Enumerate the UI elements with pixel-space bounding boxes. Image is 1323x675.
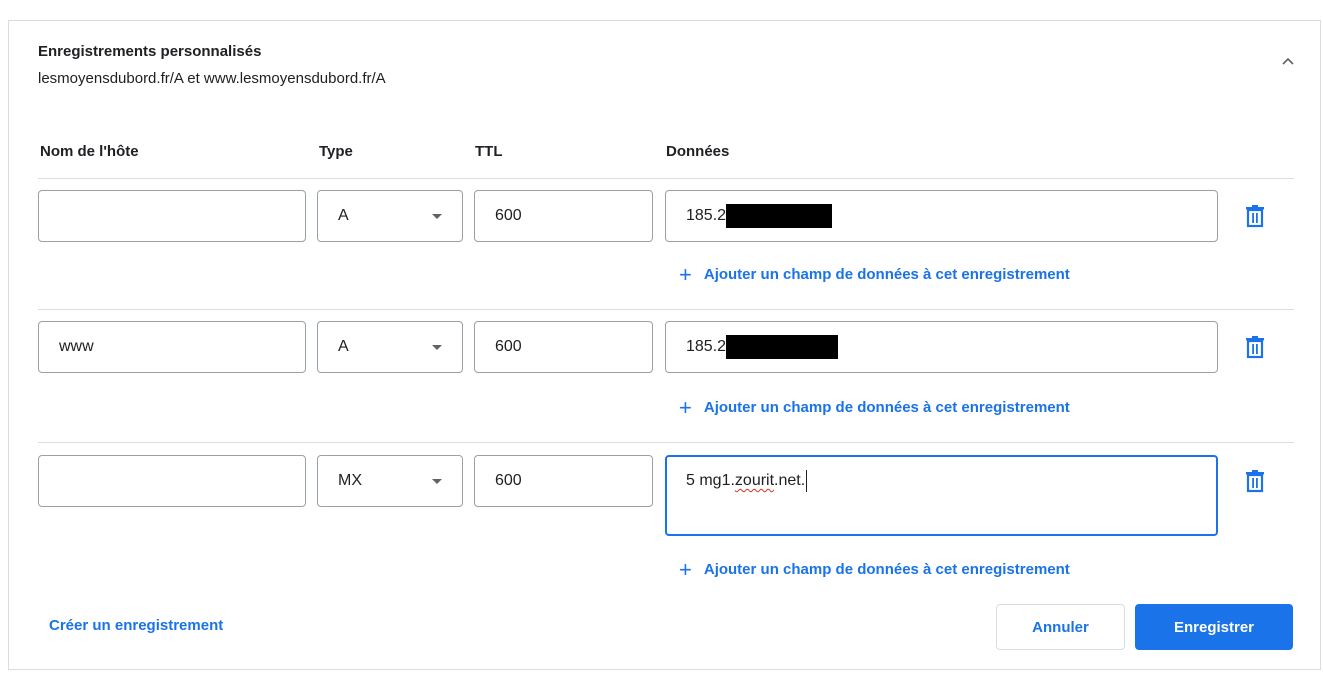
plus-icon: + xyxy=(679,261,692,287)
divider xyxy=(38,442,1294,443)
redaction-block xyxy=(726,335,839,359)
caret-down-icon xyxy=(432,214,442,219)
column-header-data: Données xyxy=(666,143,730,160)
column-header-ttl: TTL xyxy=(475,143,503,160)
type-select[interactable]: A xyxy=(317,321,463,373)
trash-icon xyxy=(1246,336,1264,359)
column-header-host: Nom de l'hôte xyxy=(40,143,139,160)
ttl-input[interactable]: 600 xyxy=(474,455,653,507)
ttl-input[interactable]: 600 xyxy=(474,190,653,242)
chevron-up-icon xyxy=(1282,57,1294,65)
add-data-field-link[interactable]: + Ajouter un champ de données à cet enre… xyxy=(679,556,1070,582)
spellcheck-flag: zourit xyxy=(734,472,775,490)
divider xyxy=(38,178,1294,179)
column-header-type: Type xyxy=(319,143,353,160)
section-title: Enregistrements personnalisés xyxy=(38,43,262,60)
trash-icon xyxy=(1246,205,1264,228)
add-data-field-link[interactable]: + Ajouter un champ de données à cet enre… xyxy=(679,261,1070,287)
caret-down-icon xyxy=(432,479,442,484)
redaction-block xyxy=(726,204,833,228)
type-select[interactable]: MX xyxy=(317,455,463,507)
cancel-button[interactable]: Annuler xyxy=(996,604,1125,650)
section-subtitle: lesmoyensdubord.fr/A et www.lesmoyensdub… xyxy=(38,70,386,87)
delete-record-button[interactable] xyxy=(1244,204,1266,228)
host-input[interactable] xyxy=(38,455,306,507)
host-input[interactable]: www xyxy=(38,321,306,373)
divider xyxy=(38,309,1294,310)
delete-record-button[interactable] xyxy=(1244,469,1266,493)
plus-icon: + xyxy=(679,556,692,582)
caret-down-icon xyxy=(432,345,442,350)
host-input[interactable] xyxy=(38,190,306,242)
type-select[interactable]: A xyxy=(317,190,463,242)
ttl-input[interactable]: 600 xyxy=(474,321,653,373)
data-input[interactable]: 185.2 xyxy=(665,190,1218,242)
data-textarea[interactable]: 5 mg1.zourit.net. xyxy=(665,455,1218,536)
save-button[interactable]: Enregistrer xyxy=(1135,604,1293,650)
text-cursor xyxy=(806,470,808,492)
trash-icon xyxy=(1246,470,1264,493)
create-record-link[interactable]: Créer un enregistrement xyxy=(49,617,223,634)
data-input[interactable]: 185.2 xyxy=(665,321,1218,373)
collapse-button[interactable] xyxy=(1276,51,1300,71)
plus-icon: + xyxy=(679,394,692,420)
add-data-field-link[interactable]: + Ajouter un champ de données à cet enre… xyxy=(679,394,1070,420)
delete-record-button[interactable] xyxy=(1244,335,1266,359)
